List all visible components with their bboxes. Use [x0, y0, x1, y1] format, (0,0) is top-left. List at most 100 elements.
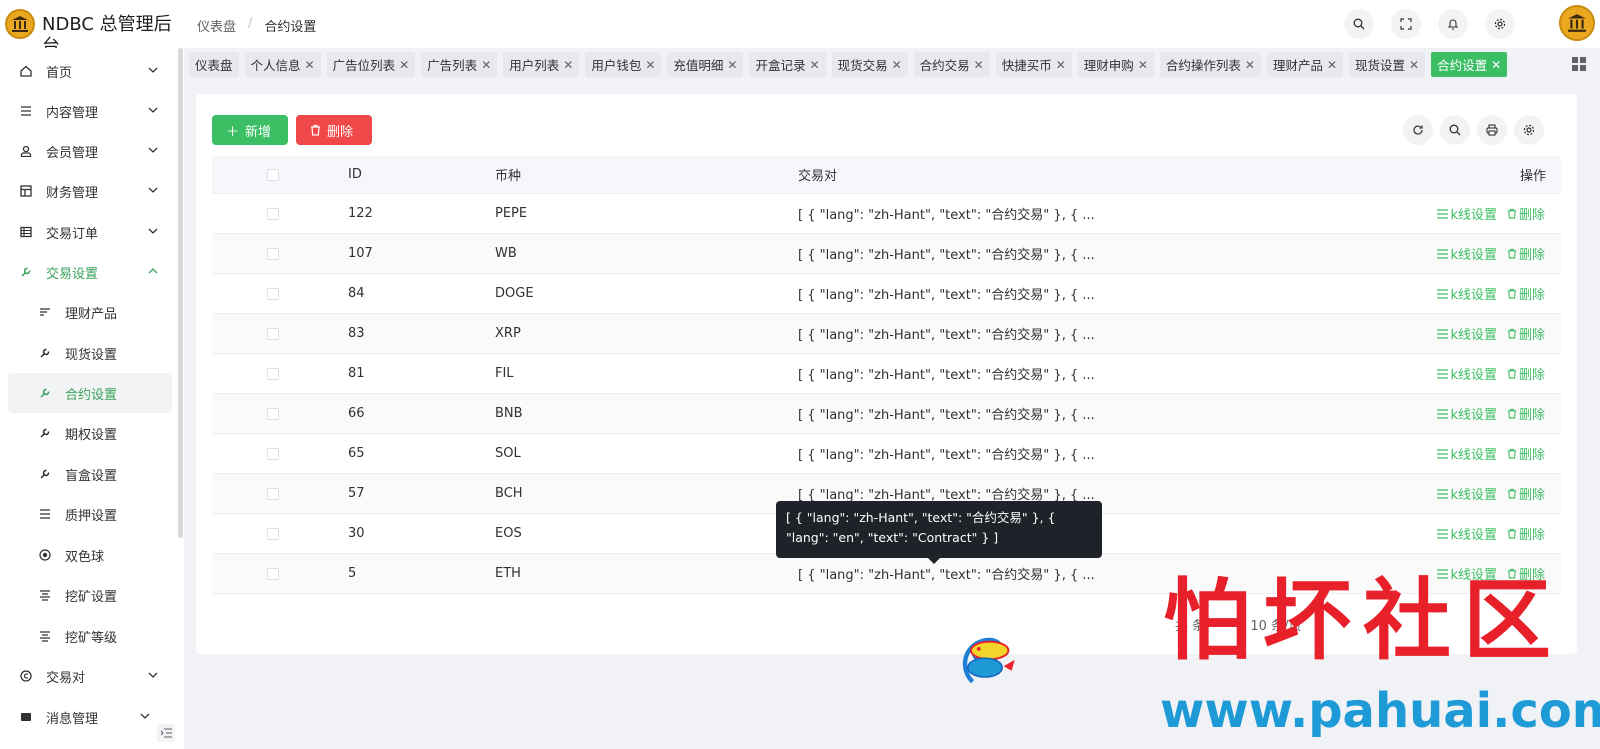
tab-ad-slots[interactable]: 广告位列表 ✕	[326, 52, 416, 77]
table-row[interactable]: 107 WB [ { "lang": "zh-Hant", "text": "合约交…	[212, 234, 1561, 274]
row-delete-link[interactable]: 删除	[1507, 404, 1545, 423]
select-all-checkbox[interactable]	[267, 168, 279, 181]
tab-contract-trading[interactable]: 合约交易 ✕	[913, 52, 990, 77]
avatar[interactable]	[1559, 5, 1595, 41]
close-icon[interactable]: ✕	[727, 58, 737, 72]
sidebar-item-home[interactable]: 首页	[8, 51, 172, 91]
add-button[interactable]: ＋ 新增	[212, 115, 288, 145]
tab-spot-settings[interactable]: 现货设置 ✕	[1349, 52, 1426, 77]
row-checkbox[interactable]	[267, 207, 279, 220]
close-icon[interactable]: ✕	[1327, 58, 1337, 72]
tab-box-records[interactable]: 开盒记录 ✕	[749, 52, 826, 77]
sidebar-item-double-color-ball[interactable]: 双色球	[8, 535, 172, 575]
row-checkbox[interactable]	[267, 567, 279, 580]
sidebar-item-finance[interactable]: 财务管理	[8, 171, 172, 211]
sidebar-item-wealth-products[interactable]: 理财产品	[8, 292, 172, 332]
sidebar-item-contract-settings[interactable]: 合约设置	[8, 373, 172, 413]
row-delete-link[interactable]: 删除	[1507, 244, 1545, 263]
sidebar-item-trading-pairs[interactable]: 交易对	[8, 656, 172, 696]
close-icon[interactable]: ✕	[810, 58, 820, 72]
row-checkbox[interactable]	[267, 367, 279, 380]
row-delete-link[interactable]: 删除	[1507, 484, 1545, 503]
row-checkbox[interactable]	[267, 407, 279, 420]
column-settings-button[interactable]	[1514, 115, 1544, 145]
row-checkbox[interactable]	[267, 487, 279, 500]
row-checkbox[interactable]	[267, 287, 279, 300]
close-icon[interactable]: ✕	[1409, 58, 1419, 72]
table-row[interactable]: 83 XRP [ { "lang": "zh-Hant", "text": "合约交…	[212, 314, 1561, 354]
close-icon[interactable]: ✕	[1491, 58, 1501, 72]
cell-pair[interactable]: [ { "lang": "zh-Hant", "text": "合约交易" },…	[798, 284, 1095, 303]
tab-contract-settings[interactable]: 合约设置 ✕	[1431, 52, 1508, 77]
sidebar-item-orders[interactable]: 交易订单	[8, 212, 172, 252]
refresh-button[interactable]	[1403, 115, 1433, 145]
row-checkbox[interactable]	[267, 527, 279, 540]
fullscreen-button[interactable]	[1391, 9, 1421, 39]
sidebar-item-mining-settings[interactable]: 挖矿设置	[8, 575, 172, 615]
sidebar-item-members[interactable]: 会员管理	[8, 131, 172, 171]
close-icon[interactable]: ✕	[645, 58, 655, 72]
close-icon[interactable]: ✕	[1138, 58, 1148, 72]
table-row[interactable]: 122 PEPE [ { "lang": "zh-Hant", "text": "合…	[212, 194, 1561, 234]
close-icon[interactable]: ✕	[1245, 58, 1255, 72]
kline-settings-link[interactable]: k线设置	[1437, 444, 1497, 463]
row-delete-link[interactable]: 删除	[1507, 204, 1545, 223]
breadcrumb-item-dashboard[interactable]: 仪表盘	[197, 16, 236, 35]
cell-pair[interactable]: [ { "lang": "zh-Hant", "text": "合约交易" },…	[798, 244, 1095, 263]
tab-profile[interactable]: 个人信息 ✕	[244, 52, 321, 77]
close-icon[interactable]: ✕	[563, 58, 573, 72]
cell-pair[interactable]: [ { "lang": "zh-Hant", "text": "合约交易" },…	[798, 364, 1095, 383]
close-icon[interactable]: ✕	[892, 58, 902, 72]
settings-button[interactable]	[1485, 9, 1515, 39]
row-delete-link[interactable]: 删除	[1507, 444, 1545, 463]
kline-settings-link[interactable]: k线设置	[1437, 484, 1497, 503]
close-icon[interactable]: ✕	[481, 58, 491, 72]
sidebar-item-trade-settings[interactable]: 交易设置	[8, 252, 172, 292]
sidebar-item-spot-settings[interactable]: 现货设置	[8, 333, 172, 373]
row-checkbox[interactable]	[267, 247, 279, 260]
tab-wealth-products[interactable]: 理财产品 ✕	[1266, 52, 1344, 77]
search-button[interactable]	[1344, 9, 1374, 39]
table-row[interactable]: 84 DOGE [ { "lang": "zh-Hant", "text": "合约…	[212, 274, 1561, 314]
row-checkbox[interactable]	[267, 327, 279, 340]
notification-button[interactable]	[1438, 9, 1468, 39]
row-checkbox[interactable]	[267, 447, 279, 460]
close-icon[interactable]: ✕	[305, 58, 315, 72]
cell-pair[interactable]: [ { "lang": "zh-Hant", "text": "合约交易" },…	[798, 204, 1095, 223]
close-icon[interactable]: ✕	[399, 58, 409, 72]
row-delete-link[interactable]: 删除	[1507, 364, 1545, 383]
tab-quick-buy[interactable]: 快捷买币 ✕	[995, 52, 1072, 77]
sidebar-item-mining-levels[interactable]: 挖矿等级	[8, 616, 172, 656]
table-row[interactable]: 81 FIL [ { "lang": "zh-Hant", "text": "合约交…	[212, 354, 1561, 394]
tab-users[interactable]: 用户列表 ✕	[503, 52, 580, 77]
print-button[interactable]	[1477, 115, 1507, 145]
tab-recharge-details[interactable]: 充值明细 ✕	[667, 52, 744, 77]
sidebar-item-option-settings[interactable]: 期权设置	[8, 413, 172, 453]
row-delete-link[interactable]: 删除	[1507, 524, 1545, 543]
sidebar-item-messages[interactable]: 消息管理	[8, 697, 172, 737]
sidebar-item-blindbox-settings[interactable]: 盲盒设置	[8, 454, 172, 494]
cell-pair[interactable]: [ { "lang": "zh-Hant", "text": "合约交易" },…	[798, 444, 1095, 463]
tab-contract-operations[interactable]: 合约操作列表 ✕	[1159, 52, 1261, 77]
close-icon[interactable]: ✕	[1056, 58, 1066, 72]
collapse-sidebar-button[interactable]	[157, 724, 175, 742]
tab-wealth-subscribe[interactable]: 理财申购 ✕	[1077, 52, 1154, 77]
tab-dashboard[interactable]: 仪表盘	[189, 52, 239, 77]
close-icon[interactable]: ✕	[974, 58, 984, 72]
tab-user-wallets[interactable]: 用户钱包 ✕	[585, 52, 662, 77]
table-row[interactable]: 66 BNB [ { "lang": "zh-Hant", "text": "合约交…	[212, 394, 1561, 434]
table-row[interactable]: 65 SOL [ { "lang": "zh-Hant", "text": "合约交…	[212, 434, 1561, 474]
tab-ads[interactable]: 广告列表 ✕	[421, 52, 498, 77]
sidebar-item-staking-settings[interactable]: 质押设置	[8, 494, 172, 534]
delete-button[interactable]: 删除	[296, 115, 372, 145]
kline-settings-link[interactable]: k线设置	[1437, 404, 1497, 423]
kline-settings-link[interactable]: k线设置	[1437, 524, 1497, 543]
sidebar-item-content[interactable]: 内容管理	[8, 91, 172, 131]
sidebar-scrollbar[interactable]	[178, 48, 183, 538]
search-toggle-button[interactable]	[1440, 115, 1470, 145]
kline-settings-link[interactable]: k线设置	[1437, 244, 1497, 263]
kline-settings-link[interactable]: k线设置	[1437, 324, 1497, 343]
cell-pair[interactable]: [ { "lang": "zh-Hant", "text": "合约交易" },…	[798, 404, 1095, 423]
kline-settings-link[interactable]: k线设置	[1437, 364, 1497, 383]
row-delete-link[interactable]: 删除	[1507, 284, 1545, 303]
